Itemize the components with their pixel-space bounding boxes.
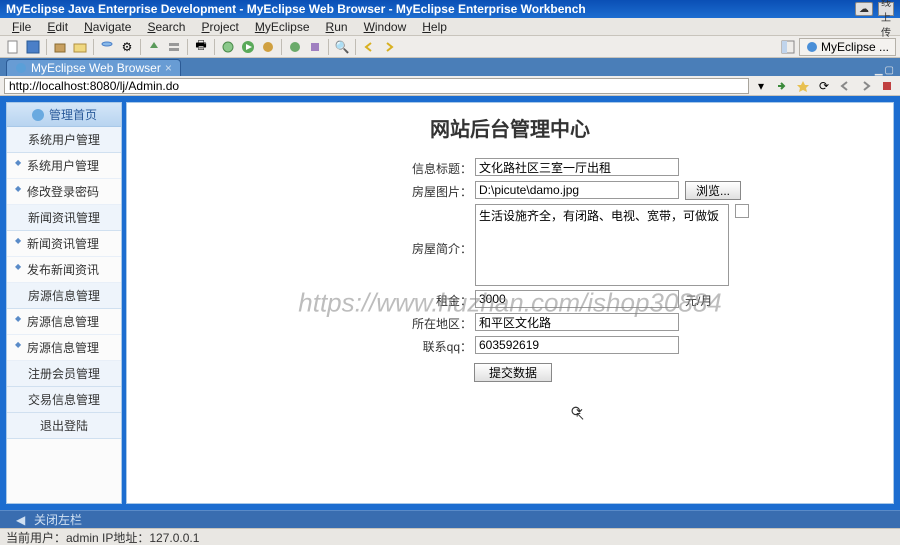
- print-icon[interactable]: 🖶: [192, 38, 210, 56]
- sidebar-group-news[interactable]: 新闻资讯管理: [7, 205, 121, 231]
- run-icon[interactable]: [239, 38, 257, 56]
- server-icon[interactable]: [165, 38, 183, 56]
- refresh-icon[interactable]: ⟳: [815, 77, 833, 95]
- info-title-input[interactable]: [475, 158, 679, 176]
- info-title-label: 信息标题：: [127, 158, 475, 177]
- perspective-label: MyEclipse ...: [821, 40, 889, 54]
- search-icon[interactable]: 🔍: [333, 38, 351, 56]
- photo-input[interactable]: [475, 181, 679, 199]
- sidebar-item-users-manage[interactable]: 系统用户管理: [7, 153, 121, 179]
- status-bar: 当前用户：admin IP地址：127.0.0.1: [0, 528, 900, 545]
- window-titlebar: MyEclipse Java Enterprise Development - …: [0, 0, 900, 18]
- menu-run[interactable]: Run: [318, 20, 356, 34]
- collapse-bar[interactable]: ◀ 关闭左栏: [0, 510, 900, 528]
- area-label: 所在地区：: [127, 313, 475, 332]
- sidebar-item-housing-manage-2[interactable]: 房源信息管理: [7, 335, 121, 361]
- nav-forward-icon[interactable]: [857, 77, 875, 95]
- menu-file[interactable]: File: [4, 20, 39, 34]
- housing-form: 信息标题： 房屋图片： 浏览... 房屋简介： 生活设施齐全，有闭路、电视、宽带…: [127, 152, 893, 392]
- cloud-icon[interactable]: ☁: [855, 2, 873, 16]
- menu-help[interactable]: Help: [414, 20, 455, 34]
- rent-unit: 元/月: [679, 290, 712, 309]
- nav-back-icon[interactable]: [836, 77, 854, 95]
- browser-addressbar: ▾ ⟳: [0, 76, 900, 96]
- status-text: 当前用户：admin IP地址：127.0.0.1: [6, 529, 199, 546]
- sidebar-header[interactable]: 管理首页: [7, 103, 121, 127]
- new-package-icon[interactable]: [306, 38, 324, 56]
- close-icon[interactable]: ×: [165, 61, 172, 75]
- sidebar-group-logout[interactable]: 退出登陆: [7, 413, 121, 439]
- intro-textarea[interactable]: 生活设施齐全，有闭路、电视、宽带，可做饭: [475, 204, 729, 286]
- content-area: 管理首页 系统用户管理 系统用户管理 修改登录密码 新闻资讯管理 新闻资讯管理 …: [0, 96, 900, 510]
- page-title: 网站后台管理中心: [127, 103, 893, 152]
- upload-tag[interactable]: 在线上传: [878, 2, 894, 16]
- main-panel: 网站后台管理中心 信息标题： 房屋图片： 浏览... 房屋简介： 生活设施齐全，…: [126, 102, 894, 504]
- tool-icon[interactable]: ⚙: [118, 38, 136, 56]
- perspective-myeclipse[interactable]: MyEclipse ...: [799, 38, 896, 56]
- editor-tabbar: MyEclipse Web Browser × ▁ ▢: [0, 58, 900, 76]
- sidebar-group-users[interactable]: 系统用户管理: [7, 127, 121, 153]
- browse-button[interactable]: 浏览...: [685, 181, 741, 200]
- deploy-icon[interactable]: [145, 38, 163, 56]
- external-icon[interactable]: [259, 38, 277, 56]
- area-input[interactable]: [475, 313, 679, 331]
- tab-browser[interactable]: MyEclipse Web Browser ×: [6, 59, 181, 76]
- maximize-icon[interactable]: ▢: [885, 65, 894, 76]
- sidebar-group-housing[interactable]: 房源信息管理: [7, 283, 121, 309]
- debug-icon[interactable]: [219, 38, 237, 56]
- sidebar-item-news-publish[interactable]: 发布新闻资讯: [7, 257, 121, 283]
- intro-checkbox[interactable]: [735, 204, 749, 218]
- url-input[interactable]: [4, 78, 749, 94]
- folder-icon[interactable]: [71, 38, 89, 56]
- submit-button[interactable]: 提交数据: [474, 363, 552, 382]
- menu-myeclipse[interactable]: MyEclipse: [247, 20, 318, 34]
- dropdown-icon[interactable]: ▾: [752, 77, 770, 95]
- menu-navigate[interactable]: Navigate: [76, 20, 139, 34]
- window-title: MyEclipse Java Enterprise Development - …: [6, 2, 586, 16]
- perspective-icon[interactable]: [779, 38, 797, 56]
- forward-icon[interactable]: [380, 38, 398, 56]
- menu-edit[interactable]: Edit: [39, 20, 76, 34]
- favorite-icon[interactable]: [794, 77, 812, 95]
- loading-cursor-icon: ⟳↖: [571, 403, 583, 420]
- tab-label: MyEclipse Web Browser: [31, 61, 161, 75]
- main-toolbar: ⚙ 🖶 🔍 MyEclipse ...: [0, 36, 900, 58]
- sidebar-item-news-manage[interactable]: 新闻资讯管理: [7, 231, 121, 257]
- db-icon[interactable]: [98, 38, 116, 56]
- admin-sidebar: 管理首页 系统用户管理 系统用户管理 修改登录密码 新闻资讯管理 新闻资讯管理 …: [6, 102, 122, 504]
- package-icon[interactable]: [51, 38, 69, 56]
- menubar: File Edit Navigate Search Project MyEcli…: [0, 18, 900, 36]
- new-class-icon[interactable]: [286, 38, 304, 56]
- sidebar-group-members[interactable]: 注册会员管理: [7, 361, 121, 387]
- photo-label: 房屋图片：: [127, 181, 475, 200]
- sidebar-group-transactions[interactable]: 交易信息管理: [7, 387, 121, 413]
- qq-input[interactable]: [475, 336, 679, 354]
- back-icon[interactable]: [360, 38, 378, 56]
- menu-window[interactable]: Window: [356, 20, 415, 34]
- menu-search[interactable]: Search: [139, 20, 193, 34]
- window-controls: ☁ 在线上传: [855, 2, 894, 16]
- go-icon[interactable]: [773, 77, 791, 95]
- qq-label: 联系qq：: [127, 336, 475, 355]
- stop-icon[interactable]: [878, 77, 896, 95]
- minimize-icon[interactable]: ▁: [875, 65, 883, 76]
- sidebar-item-change-password[interactable]: 修改登录密码: [7, 179, 121, 205]
- sidebar-item-housing-manage[interactable]: 房源信息管理: [7, 309, 121, 335]
- rent-label: 租金：: [127, 290, 475, 309]
- intro-label: 房屋简介：: [127, 204, 475, 257]
- rent-input[interactable]: [475, 290, 679, 308]
- new-icon[interactable]: [4, 38, 22, 56]
- menu-project[interactable]: Project: [193, 20, 246, 34]
- save-icon[interactable]: [24, 38, 42, 56]
